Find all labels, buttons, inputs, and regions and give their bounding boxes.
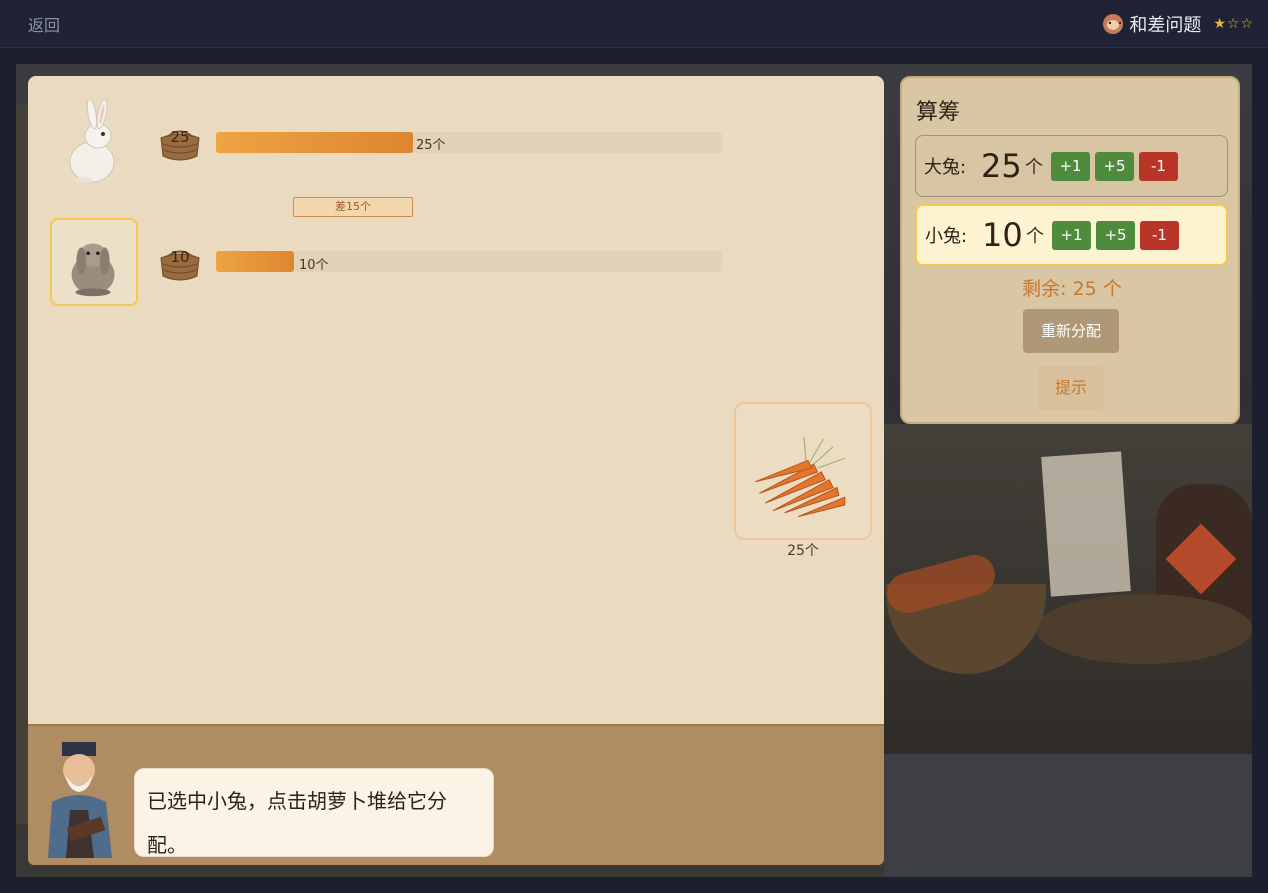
- big-minus-one-button[interactable]: -1: [1139, 151, 1178, 181]
- panel-title: 算筹: [916, 100, 961, 125]
- big-plus-five-button[interactable]: +5: [1095, 151, 1134, 181]
- redistribute-button[interactable]: 重新分配: [1023, 309, 1119, 353]
- row-unit: 个: [1026, 226, 1044, 247]
- big-rabbit-bar-label: 25个: [416, 138, 446, 153]
- top-bar: 返回 和差问题 ★☆☆: [0, 0, 1268, 48]
- carrot-pile-icon: [755, 436, 846, 518]
- big-rabbit-row[interactable]: 大兔: 25 个 +1 +5 -1: [915, 135, 1228, 197]
- small-rabbit-row[interactable]: 小兔: 10 个 +1 +5 -1: [915, 204, 1228, 266]
- big-rabbit-basket-count: 25: [170, 128, 190, 146]
- big-plus-one-button[interactable]: +1: [1051, 151, 1090, 181]
- speech-bubble: 已选中小兔，点击胡萝卜堆给它分配。: [134, 768, 494, 857]
- small-rabbit-bar-label: 10个: [299, 258, 329, 273]
- small-rabbit-basket-count: 10: [170, 248, 190, 266]
- difference-label: 差15个: [293, 197, 413, 217]
- scene-poster: [1041, 451, 1131, 597]
- difficulty-stars: ★☆☆: [1213, 16, 1254, 32]
- carrot-pile[interactable]: [734, 402, 872, 540]
- game-board: [28, 76, 884, 724]
- scene-tray: [1036, 594, 1252, 664]
- back-button[interactable]: 返回: [28, 12, 60, 36]
- remaining-count: 剩余: 25 个: [1022, 278, 1122, 300]
- big-rabbit-bar-fill: [216, 132, 413, 153]
- row-unit: 个: [1025, 157, 1043, 178]
- counting-panel: 算筹 大兔: 25 个 +1 +5 -1 小兔: 10 个 +1 +5 -1 剩…: [900, 76, 1240, 424]
- small-plus-five-button[interactable]: +5: [1096, 220, 1135, 250]
- small-plus-one-button[interactable]: +1: [1052, 220, 1091, 250]
- small-rabbit-bar-track: [216, 251, 722, 272]
- big-rabbit-bar-track: [216, 132, 722, 153]
- big-rabbit-count: 25: [981, 147, 1022, 185]
- scene-floor: [884, 754, 1252, 877]
- hint-button[interactable]: 提示: [1038, 366, 1104, 410]
- row-label: 小兔:: [925, 226, 968, 247]
- white-rabbit-icon[interactable]: [50, 98, 136, 184]
- gray-rabbit-icon: [71, 243, 115, 297]
- monkey-icon: [1103, 14, 1124, 34]
- title-area: 和差问题 ★☆☆: [1103, 11, 1254, 37]
- small-rabbit-count: 10: [982, 216, 1023, 254]
- teacher-icon: [48, 742, 112, 858]
- carrot-pile-count: 25个: [787, 543, 819, 559]
- page-title: 和差问题: [1129, 15, 1202, 36]
- selected-small-rabbit[interactable]: [50, 218, 138, 306]
- row-label: 大兔:: [924, 157, 967, 178]
- small-rabbit-bar-fill: [216, 251, 294, 272]
- small-minus-one-button[interactable]: -1: [1140, 220, 1179, 250]
